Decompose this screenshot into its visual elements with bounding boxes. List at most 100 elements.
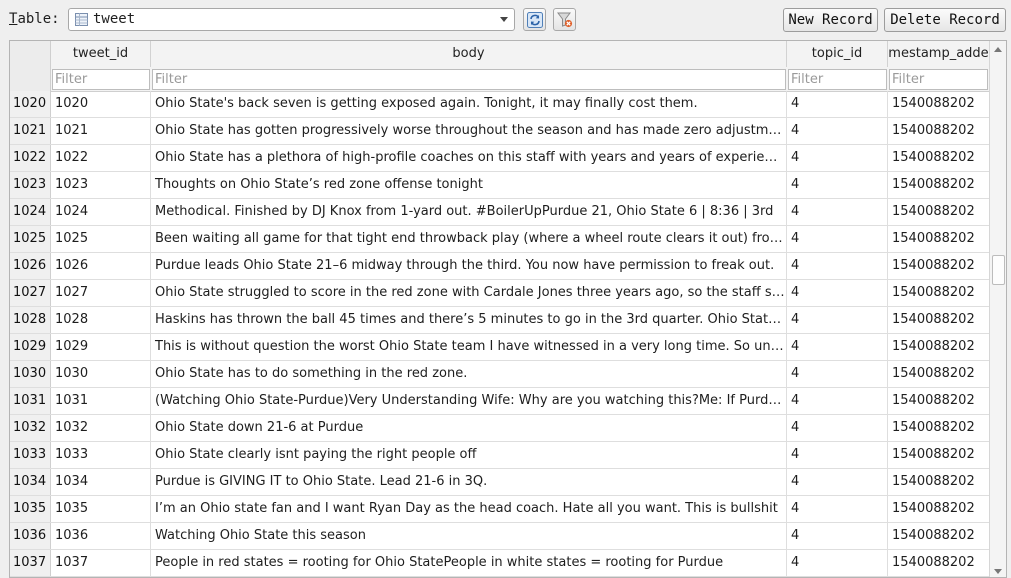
table-row[interactable]: 1023 1023 Thoughts on Ohio State’s red zon… xyxy=(10,172,990,199)
row-number[interactable]: 1029 xyxy=(10,334,51,360)
table-row[interactable]: 1026 1026 Purdue leads Ohio State 21–6 mid… xyxy=(10,253,990,280)
cell-timestamp[interactable]: 1540088202 xyxy=(888,280,990,306)
cell-topic-id[interactable]: 4 xyxy=(787,199,888,225)
corner-header[interactable] xyxy=(10,41,51,67)
table-row[interactable]: 1037 1037 People in red states = rooting f… xyxy=(10,550,990,577)
table-row[interactable]: 1027 1027 Ohio State struggled to score in… xyxy=(10,280,990,307)
row-number[interactable]: 1026 xyxy=(10,253,51,279)
filter-input-timestamp[interactable]: Filter xyxy=(889,69,988,90)
table-row[interactable]: 1024 1024 Methodical. Finished by DJ Knox … xyxy=(10,199,990,226)
cell-body[interactable]: Purdue leads Ohio State 21–6 midway thro… xyxy=(151,253,787,279)
scrollbar-thumb[interactable] xyxy=(992,255,1005,285)
cell-timestamp[interactable]: 1540088202 xyxy=(888,226,990,252)
new-record-button[interactable]: New Record xyxy=(783,8,878,32)
row-number[interactable]: 1020 xyxy=(10,91,51,117)
cell-tweet-id[interactable]: 1027 xyxy=(51,280,151,306)
cell-timestamp[interactable]: 1540088202 xyxy=(888,496,990,522)
cell-body[interactable]: Purdue is GIVING IT to Ohio State. Lead … xyxy=(151,469,787,495)
table-row[interactable]: 1032 1032 Ohio State down 21-6 at Purdue 4 1… xyxy=(10,415,990,442)
cell-body[interactable]: Haskins has thrown the ball 45 times and… xyxy=(151,307,787,333)
filter-input-topic-id[interactable]: Filter xyxy=(788,69,887,90)
cell-timestamp[interactable]: 1540088202 xyxy=(888,442,990,468)
cell-body[interactable]: Ohio State has to do something in the re… xyxy=(151,361,787,387)
cell-topic-id[interactable]: 4 xyxy=(787,334,888,360)
cell-tweet-id[interactable]: 1022 xyxy=(51,145,151,171)
cell-body[interactable]: Ohio State has gotten progressively wors… xyxy=(151,118,787,144)
cell-topic-id[interactable]: 4 xyxy=(787,361,888,387)
cell-topic-id[interactable]: 4 xyxy=(787,226,888,252)
table-row[interactable]: 1035 1035 I’m an Ohio state fan and I want… xyxy=(10,496,990,523)
row-number[interactable]: 1030 xyxy=(10,361,51,387)
table-row[interactable]: 1030 1030 Ohio State has to do something i… xyxy=(10,361,990,388)
scroll-up-icon[interactable] xyxy=(994,47,1002,52)
row-number[interactable]: 1031 xyxy=(10,388,51,414)
delete-record-button[interactable]: Delete Record xyxy=(884,8,1006,32)
cell-tweet-id[interactable]: 1020 xyxy=(51,91,151,117)
cell-timestamp[interactable]: 1540088202 xyxy=(888,523,990,549)
cell-topic-id[interactable]: 4 xyxy=(787,91,888,117)
cell-timestamp[interactable]: 1540088202 xyxy=(888,253,990,279)
cell-tweet-id[interactable]: 1037 xyxy=(51,550,151,576)
row-number[interactable]: 1022 xyxy=(10,145,51,171)
cell-tweet-id[interactable]: 1032 xyxy=(51,415,151,441)
cell-timestamp[interactable]: 1540088202 xyxy=(888,118,990,144)
row-number[interactable]: 1023 xyxy=(10,172,51,198)
cell-topic-id[interactable]: 4 xyxy=(787,523,888,549)
cell-timestamp[interactable]: 1540088202 xyxy=(888,145,990,171)
cell-timestamp[interactable]: 1540088202 xyxy=(888,550,990,576)
cell-body[interactable]: Ohio State struggled to score in the red… xyxy=(151,280,787,306)
row-number[interactable]: 1027 xyxy=(10,280,51,306)
vertical-scrollbar[interactable] xyxy=(989,41,1006,577)
cell-topic-id[interactable]: 4 xyxy=(787,118,888,144)
cell-topic-id[interactable]: 4 xyxy=(787,442,888,468)
cell-tweet-id[interactable]: 1028 xyxy=(51,307,151,333)
cell-tweet-id[interactable]: 1031 xyxy=(51,388,151,414)
cell-topic-id[interactable]: 4 xyxy=(787,388,888,414)
row-number[interactable]: 1028 xyxy=(10,307,51,333)
row-number[interactable]: 1036 xyxy=(10,523,51,549)
table-select[interactable]: tweet xyxy=(68,8,515,31)
cell-timestamp[interactable]: 1540088202 xyxy=(888,469,990,495)
table-row[interactable]: 1021 1021 Ohio State has gotten progressiv… xyxy=(10,118,990,145)
cell-body[interactable]: This is without question the worst Ohio … xyxy=(151,334,787,360)
refresh-button[interactable] xyxy=(523,8,546,31)
clear-filters-button[interactable] xyxy=(553,8,576,31)
cell-tweet-id[interactable]: 1035 xyxy=(51,496,151,522)
filter-input-tweet-id[interactable]: Filter xyxy=(52,69,150,90)
cell-timestamp[interactable]: 1540088202 xyxy=(888,91,990,117)
table-row[interactable]: 1034 1034 Purdue is GIVING IT to Ohio Stat… xyxy=(10,469,990,496)
table-row[interactable]: 1036 1036 Watching Ohio State this season 4… xyxy=(10,523,990,550)
column-header-body[interactable]: body xyxy=(151,41,787,67)
cell-timestamp[interactable]: 1540088202 xyxy=(888,388,990,414)
row-number[interactable]: 1032 xyxy=(10,415,51,441)
cell-body[interactable]: Thoughts on Ohio State’s red zone offens… xyxy=(151,172,787,198)
row-number[interactable]: 1024 xyxy=(10,199,51,225)
cell-tweet-id[interactable]: 1025 xyxy=(51,226,151,252)
column-header-topic-id[interactable]: topic_id xyxy=(787,41,888,67)
table-row[interactable]: 1031 1031 (Watching Ohio State-Purdue)Very… xyxy=(10,388,990,415)
cell-tweet-id[interactable]: 1021 xyxy=(51,118,151,144)
filter-input-body[interactable]: Filter xyxy=(152,69,786,90)
cell-tweet-id[interactable]: 1029 xyxy=(51,334,151,360)
cell-tweet-id[interactable]: 1034 xyxy=(51,469,151,495)
cell-body[interactable]: (Watching Ohio State-Purdue)Very Underst… xyxy=(151,388,787,414)
cell-body[interactable]: Been waiting all game for that tight end… xyxy=(151,226,787,252)
cell-tweet-id[interactable]: 1030 xyxy=(51,361,151,387)
cell-topic-id[interactable]: 4 xyxy=(787,253,888,279)
cell-topic-id[interactable]: 4 xyxy=(787,550,888,576)
row-number[interactable]: 1037 xyxy=(10,550,51,576)
table-row[interactable]: 1020 1020 Ohio State's back seven is getti… xyxy=(10,91,990,118)
cell-body[interactable]: Methodical. Finished by DJ Knox from 1-y… xyxy=(151,199,787,225)
row-number[interactable]: 1034 xyxy=(10,469,51,495)
cell-tweet-id[interactable]: 1023 xyxy=(51,172,151,198)
cell-timestamp[interactable]: 1540088202 xyxy=(888,361,990,387)
scroll-down-icon[interactable] xyxy=(994,569,1002,574)
table-row[interactable]: 1028 1028 Haskins has thrown the ball 45 t… xyxy=(10,307,990,334)
row-number[interactable]: 1021 xyxy=(10,118,51,144)
row-number[interactable]: 1025 xyxy=(10,226,51,252)
table-row[interactable]: 1025 1025 Been waiting all game for that t… xyxy=(10,226,990,253)
cell-tweet-id[interactable]: 1024 xyxy=(51,199,151,225)
column-header-tweet-id[interactable]: tweet_id xyxy=(51,41,151,67)
cell-topic-id[interactable]: 4 xyxy=(787,469,888,495)
cell-tweet-id[interactable]: 1033 xyxy=(51,442,151,468)
